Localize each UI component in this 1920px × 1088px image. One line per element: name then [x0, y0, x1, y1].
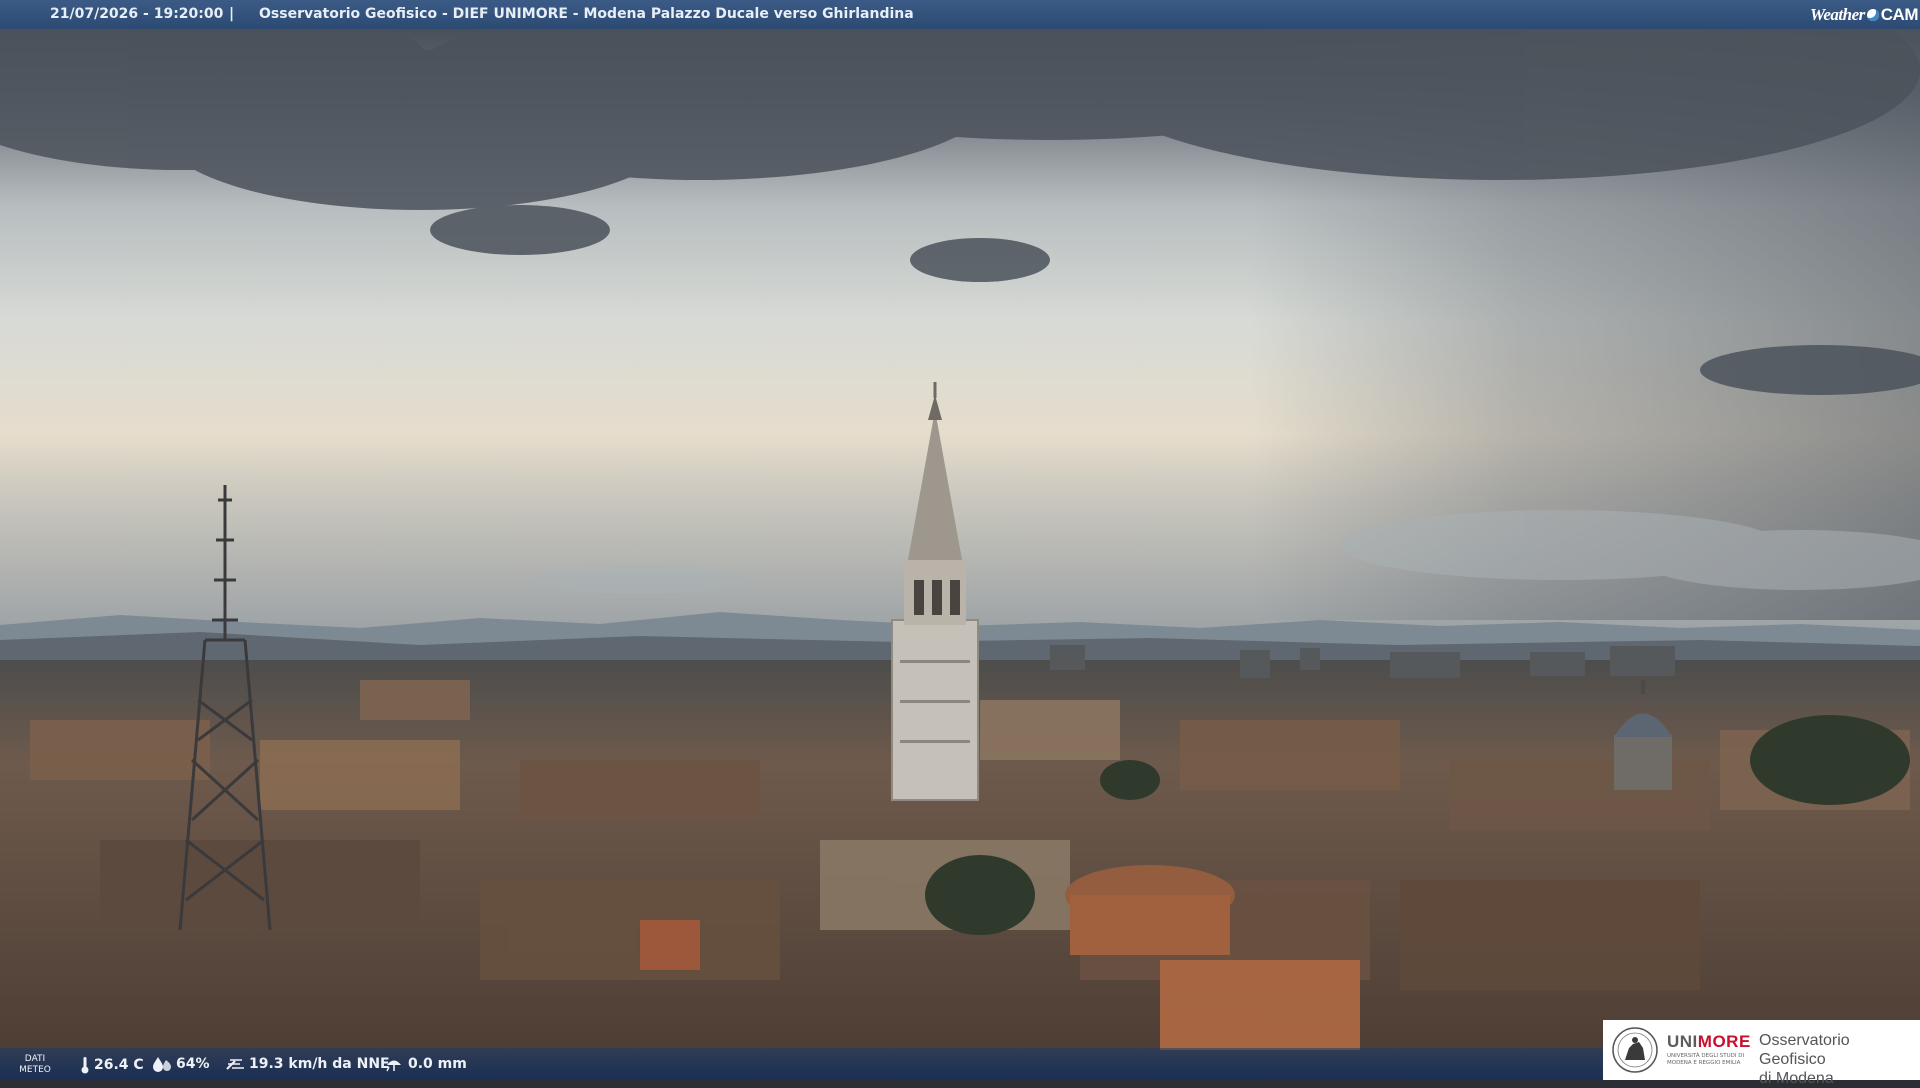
top-overlay-bar: 21/07/2026 - 19:20:00 | Osservatorio Geo…	[0, 0, 1920, 29]
weathercam-logo-cam: CAM	[1880, 5, 1919, 24]
observatory-line1: Osservatorio Geofisico	[1759, 1032, 1850, 1068]
camera-title: Osservatorio Geofisico - DIEF UNIMORE - …	[259, 6, 914, 22]
humidity-value: 64%	[176, 1056, 210, 1072]
unimore-wordmark: UNIMORE	[1667, 1032, 1751, 1052]
weathercam-logo-weather: Weather	[1810, 5, 1865, 24]
unimore-seal-icon	[1612, 1027, 1658, 1073]
rain-icon	[386, 1060, 401, 1072]
humidity-drop-icon	[153, 1057, 171, 1072]
temperature-reading: 26.4 C	[80, 1056, 144, 1074]
rain-value: 0.0 mm	[408, 1056, 467, 1072]
dati-meteo-label: DATI METEO	[18, 1054, 52, 1076]
timestamp: 21/07/2026 - 19:20:00	[50, 6, 224, 22]
dati-label: DATI	[24, 1054, 46, 1064]
webcam-scene	[0, 0, 1920, 1080]
observatory-name: Osservatorio Geofisico di Modena	[1759, 1031, 1920, 1088]
wind-value: 19.3 km/h da NNE	[249, 1056, 390, 1072]
globe-icon	[1866, 8, 1879, 21]
title-separator: |	[229, 6, 235, 22]
wind-icon	[226, 1059, 244, 1070]
unimore-wordmark-uni: UNI	[1667, 1032, 1698, 1051]
unimore-wordmark-more: MORE	[1697, 1032, 1751, 1051]
rain-reading: 0.0 mm	[384, 1056, 467, 1072]
humidity-reading: 64%	[152, 1056, 210, 1072]
unimore-logo-box: UNIMORE UNIVERSITÀ DEGLI STUDI DI MODENA…	[1603, 1020, 1920, 1087]
meteo-label: METEO	[19, 1065, 51, 1075]
thermometer-icon	[81, 1057, 89, 1074]
temperature-value: 26.4 C	[94, 1057, 144, 1073]
unimore-subtitle: UNIVERSITÀ DEGLI STUDI DI MODENA E REGGI…	[1667, 1053, 1745, 1066]
wind-reading: 19.3 km/h da NNE	[225, 1056, 390, 1072]
observatory-line2: di Modena	[1759, 1070, 1834, 1087]
weathercam-logo: Weather CAM	[1810, 3, 1918, 26]
